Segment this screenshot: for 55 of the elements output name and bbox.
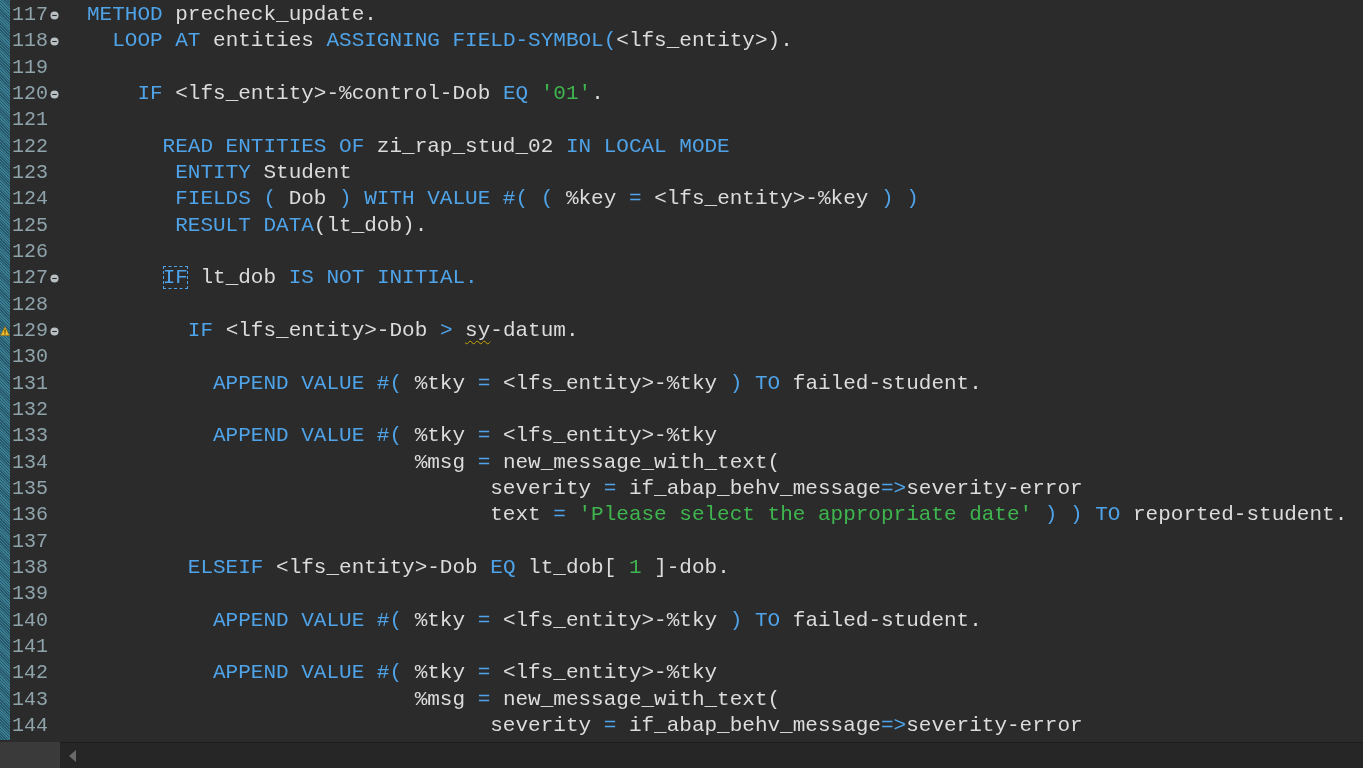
code-line: APPEND VALUE #( %tky = <lfs_entity>-%tky bbox=[212, 660, 718, 687]
code-line: IF <lfs_entity>-%control-Dob EQ '01'. bbox=[136, 81, 604, 107]
line-number: 128 bbox=[12, 291, 48, 318]
code-line: %msg = new_message_with_text( bbox=[413, 686, 781, 713]
line-number: 132 bbox=[12, 396, 48, 423]
code-line: APPEND VALUE #( %tky = <lfs_entity>-%tky bbox=[212, 423, 718, 450]
line-number: 134 bbox=[12, 449, 48, 476]
line-number: 141 bbox=[12, 633, 48, 660]
code-line: ENTITY Student bbox=[174, 159, 352, 186]
line-number: 143 bbox=[12, 686, 48, 713]
line-number: 124 bbox=[12, 186, 48, 213]
line-number: 120 bbox=[12, 81, 48, 107]
line-number: 131 bbox=[12, 370, 48, 397]
line-number: 123 bbox=[12, 159, 48, 186]
code-line: LOOP AT entities ASSIGNING FIELD-SYMBOL(<lfs_entity>). bbox=[111, 28, 793, 55]
code-line: FIELDS ( Dob ) WITH VALUE #( ( %key = <lfs_entity>-%key ) ) bbox=[174, 186, 919, 213]
line-number: 121 bbox=[12, 107, 48, 134]
scrollbar-corner bbox=[0, 742, 60, 768]
line-number: 125 bbox=[12, 212, 48, 239]
line-number: 118 bbox=[12, 28, 48, 55]
line-number: 122 bbox=[12, 133, 48, 160]
line-number: 144 bbox=[12, 712, 48, 739]
code-line: IF lt_dob IS NOT INITIAL. bbox=[161, 265, 478, 292]
line-number: 139 bbox=[12, 581, 48, 608]
line-number: 130 bbox=[12, 344, 48, 371]
line-number: 126 bbox=[12, 238, 48, 265]
line-number: 140 bbox=[12, 607, 48, 634]
code-line: APPEND VALUE #( %tky = <lfs_entity>-%tky ) TO failed-student. bbox=[212, 607, 982, 634]
code-line: ELSEIF <lfs_entity>-Dob EQ lt_dob[ 1 ]-dob. bbox=[186, 554, 730, 581]
line-number: 129 bbox=[12, 317, 48, 344]
code-line: %msg = new_message_with_text( bbox=[413, 449, 781, 476]
code-line: METHOD precheck_update. bbox=[86, 2, 377, 28]
scroll-left-arrow-icon[interactable] bbox=[69, 749, 77, 762]
code-line: READ ENTITIES OF zi_rap_stud_02 IN LOCAL MODE bbox=[161, 133, 730, 160]
code-line: severity = if_abap_behv_message=>severity-error bbox=[489, 475, 1083, 502]
line-number: 135 bbox=[12, 475, 48, 502]
code-line: text = 'Please select the appropriate date' ) ) TO reported-student. bbox=[489, 502, 1348, 529]
line-number: 137 bbox=[12, 528, 48, 555]
line-number: 127 bbox=[12, 265, 48, 292]
code-line: severity = if_abap_behv_message=>severity-error bbox=[489, 712, 1083, 739]
fold-toggle-icon[interactable] bbox=[49, 326, 59, 336]
horizontal-scrollbar[interactable] bbox=[60, 742, 1363, 768]
fold-toggle-icon[interactable] bbox=[49, 37, 59, 46]
line-number: 136 bbox=[12, 502, 48, 529]
line-number: 138 bbox=[12, 554, 48, 581]
fold-toggle-icon[interactable] bbox=[49, 10, 59, 20]
code-line: RESULT DATA(lt_dob). bbox=[174, 212, 428, 239]
code-line: IF <lfs_entity>-Dob > sy-datum. bbox=[186, 317, 579, 344]
line-number: 119 bbox=[12, 54, 48, 81]
line-number: 142 bbox=[12, 660, 48, 687]
line-number: 117 bbox=[12, 2, 48, 28]
fold-toggle-icon[interactable] bbox=[49, 89, 59, 99]
fold-toggle-icon[interactable] bbox=[49, 273, 59, 283]
line-number: 133 bbox=[12, 423, 48, 450]
code-line: APPEND VALUE #( %tky = <lfs_entity>-%tky ) TO failed-student. bbox=[212, 370, 982, 397]
